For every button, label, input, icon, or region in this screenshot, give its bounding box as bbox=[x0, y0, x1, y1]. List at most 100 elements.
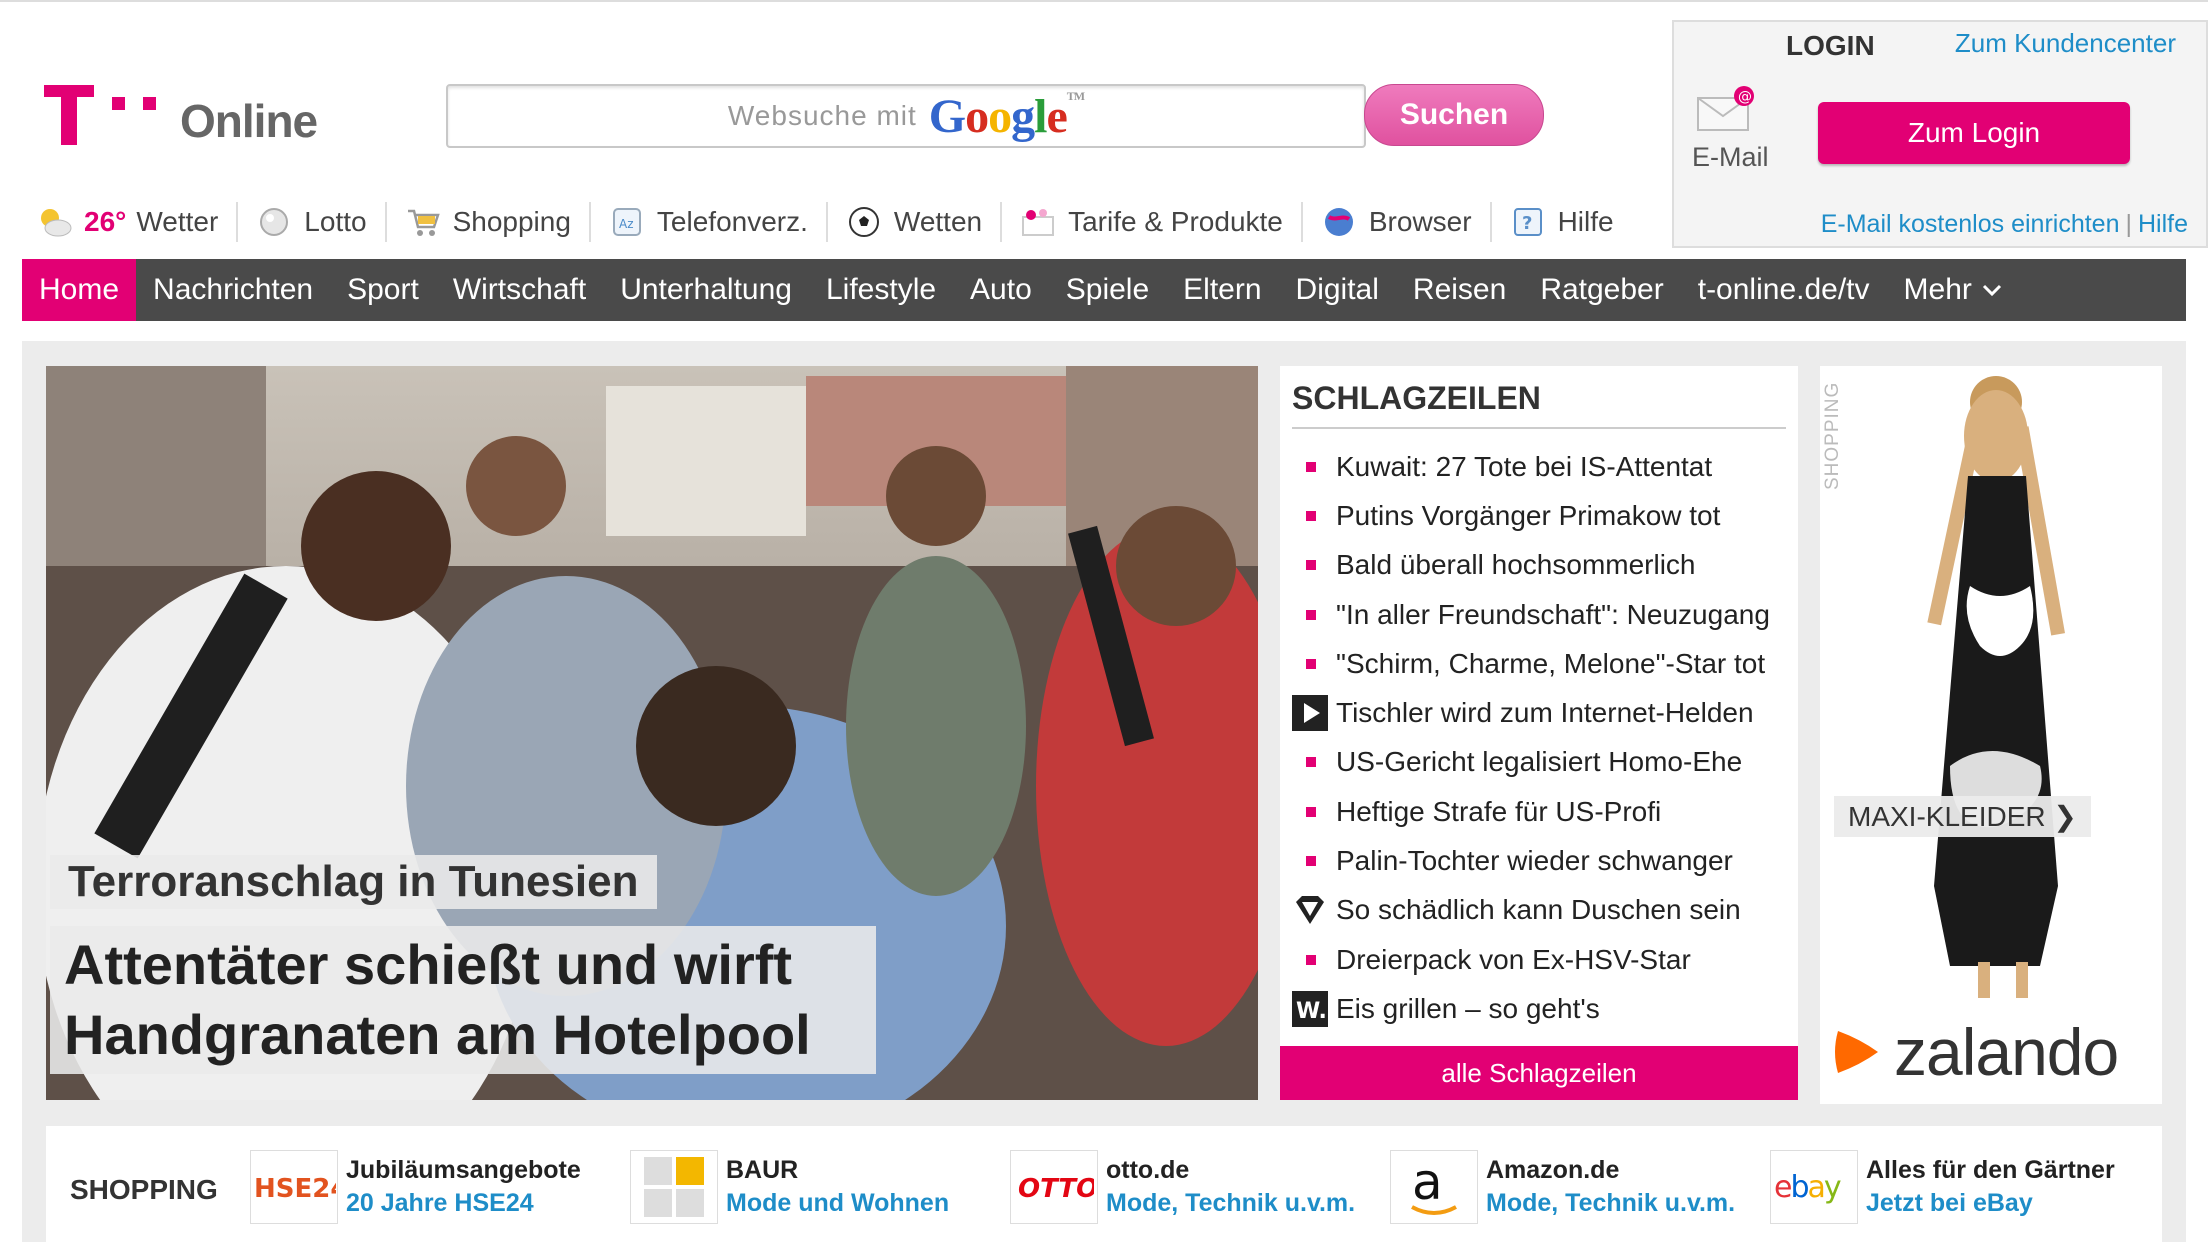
headlines-title: SCHLAGZEILEN bbox=[1292, 380, 1786, 429]
nav-lifestyle[interactable]: Lifestyle bbox=[809, 259, 953, 321]
quicklink-label: Shopping bbox=[452, 206, 571, 237]
nav-more[interactable]: Mehr bbox=[1887, 259, 2019, 321]
login-links: E-Mail kostenlos einrichten | Hilfe bbox=[1820, 210, 2188, 238]
logo-dots bbox=[112, 96, 156, 110]
temperature: 26° bbox=[84, 206, 127, 237]
quicklink-label: Hilfe bbox=[1557, 206, 1614, 237]
shopping-item-otto[interactable]: OTTO otto.de Mode, Technik u.v.m. bbox=[1010, 1150, 1355, 1224]
w-brand-icon: W. bbox=[1292, 990, 1328, 1027]
headline-item[interactable]: Putins Vorgänger Primakow tot bbox=[1292, 491, 1792, 540]
headline-item[interactable]: Heftige Strafe für US-Profi bbox=[1292, 787, 1792, 836]
help-link[interactable]: Hilfe bbox=[2138, 210, 2188, 238]
customer-center-link[interactable]: Zum Kundencenter bbox=[1955, 28, 2176, 59]
nav-auto[interactable]: Auto bbox=[953, 259, 1049, 321]
shopping-item-hse24[interactable]: HSE24 Jubiläumsangebote 20 Jahre HSE24 bbox=[250, 1150, 581, 1224]
svg-text:ebay: ebay bbox=[1774, 1170, 1841, 1205]
bullet-icon bbox=[1306, 757, 1316, 768]
login-box: LOGIN Zum Kundencenter @ E-Mail Zum Logi… bbox=[1672, 20, 2208, 248]
nav-tv[interactable]: t-online.de/tv bbox=[1681, 259, 1887, 321]
ad-tag[interactable]: MAXI-KLEIDER ❯ bbox=[1834, 796, 2091, 837]
search-button[interactable]: Suchen bbox=[1364, 84, 1544, 146]
quicklink-weather[interactable]: 26° Wetter bbox=[36, 202, 239, 242]
login-title: LOGIN bbox=[1786, 30, 1875, 61]
headline-item[interactable]: Dreierpack von Ex-HSV-Star bbox=[1292, 935, 1792, 984]
quicklink-label: Wetten bbox=[893, 206, 983, 237]
quicklink-label: Telefonverz. bbox=[656, 206, 808, 237]
shopping-item-amazon[interactable]: a Amazon.de Mode, Technik u.v.m. bbox=[1390, 1150, 1735, 1224]
headline-text: Dreierpack von Ex-HSV-Star bbox=[1336, 943, 1691, 975]
zalando-ad[interactable]: SHOPPING MAXI-KLEIDER ❯ zalando bbox=[1820, 366, 2162, 1104]
nav-nachrichten[interactable]: Nachrichten bbox=[136, 259, 330, 321]
svg-text:W.: W. bbox=[1296, 999, 1327, 1024]
ad-vertical-label: SHOPPING bbox=[1822, 381, 1843, 490]
headline-item[interactable]: W. Eis grillen – so geht's bbox=[1292, 984, 1792, 1033]
email-label[interactable]: E-Mail bbox=[1692, 142, 1769, 173]
svg-text:OTTO: OTTO bbox=[1018, 1174, 1094, 1204]
headline-item[interactable]: US-Gericht legalisiert Homo-Ehe bbox=[1292, 738, 1792, 787]
headline-item[interactable]: Bald überall hochsommerlich bbox=[1292, 541, 1792, 590]
login-button[interactable]: Zum Login bbox=[1818, 102, 2130, 164]
shopping-item-ebay[interactable]: ebay Alles für den Gärtner Jetzt bei eBay bbox=[1770, 1150, 2115, 1224]
bullet-icon bbox=[1306, 609, 1316, 620]
hero-kicker: Terroranschlag in Tunesien bbox=[50, 855, 657, 909]
nav-reisen[interactable]: Reisen bbox=[1396, 259, 1523, 321]
quicklink-label: Wetter bbox=[136, 206, 219, 237]
shopping-cart-icon bbox=[405, 204, 441, 240]
tariff-icon bbox=[1020, 204, 1056, 240]
zalando-logo: zalando bbox=[1832, 1014, 2119, 1090]
nav-digital[interactable]: Digital bbox=[1279, 259, 1396, 321]
nav-home[interactable]: Home bbox=[22, 259, 137, 321]
headline-text: So schädlich kann Duschen sein bbox=[1336, 894, 1741, 926]
headline-item[interactable]: Kuwait: 27 Tote bei IS-Attentat bbox=[1292, 442, 1792, 491]
shopping-item-link[interactable]: Mode, Technik u.v.m. bbox=[1486, 1189, 1735, 1218]
nav-wirtschaft[interactable]: Wirtschaft bbox=[436, 259, 603, 321]
hero-headline-line2: Handgranaten am Hotelpool bbox=[64, 1003, 811, 1066]
zalando-icon bbox=[1835, 1031, 1878, 1073]
quicklink-shopping[interactable]: Shopping bbox=[387, 202, 591, 242]
help-icon: ? bbox=[1510, 204, 1546, 240]
shopping-item-link[interactable]: Mode, Technik u.v.m. bbox=[1106, 1189, 1355, 1218]
email-icon[interactable]: @ bbox=[1694, 84, 1758, 134]
nav-spiele[interactable]: Spiele bbox=[1049, 259, 1166, 321]
t-online-logo[interactable]: Online bbox=[40, 72, 318, 152]
shopping-label: SHOPPING bbox=[70, 1174, 218, 1205]
headline-item[interactable]: Palin-Tochter wieder schwanger bbox=[1292, 836, 1792, 885]
quicklink-tariffs[interactable]: Tarife & Produkte bbox=[1002, 202, 1303, 242]
diamond-icon bbox=[1292, 892, 1328, 928]
nav-ratgeber[interactable]: Ratgeber bbox=[1523, 259, 1680, 321]
headline-text: "Schirm, Charme, Melone"-Star tot bbox=[1336, 647, 1766, 679]
zalando-wordmark: zalando bbox=[1894, 1015, 2119, 1089]
quicklink-lotto[interactable]: Lotto bbox=[238, 202, 387, 242]
bullet-icon bbox=[1306, 856, 1316, 867]
headline-item[interactable]: "Schirm, Charme, Melone"-Star tot bbox=[1292, 639, 1792, 688]
hero-teaser[interactable]: Terroranschlag in Tunesien Attentäter sc… bbox=[46, 366, 1258, 1100]
nav-sport[interactable]: Sport bbox=[330, 259, 436, 321]
weather-icon bbox=[36, 204, 72, 240]
hero-headline-line1: Attentäter schießt und wirft bbox=[64, 933, 793, 996]
shopping-item-link[interactable]: Mode und Wohnen bbox=[726, 1189, 949, 1218]
soccer-ball-icon bbox=[846, 204, 882, 240]
free-mail-link[interactable]: E-Mail kostenlos einrichten bbox=[1821, 210, 2120, 238]
amazon-logo: a bbox=[1390, 1150, 1478, 1224]
search-placeholder: Websuche mit bbox=[727, 100, 917, 131]
headline-item[interactable]: So schädlich kann Duschen sein bbox=[1292, 886, 1792, 935]
headline-text: Bald überall hochsommerlich bbox=[1336, 549, 1696, 581]
quicklink-browser[interactable]: Browser bbox=[1303, 202, 1492, 242]
all-headlines-button[interactable]: alle Schlagzeilen bbox=[1280, 1046, 1798, 1100]
headline-item[interactable]: Tischler wird zum Internet-Helden bbox=[1292, 688, 1792, 737]
shopping-item-link[interactable]: Jetzt bei eBay bbox=[1866, 1189, 2115, 1218]
bullet-icon bbox=[1306, 658, 1316, 669]
quicklinks-bar: 26° Wetter Lotto Shopping Az Telefonverz… bbox=[36, 198, 1632, 246]
quicklink-help[interactable]: ? Hilfe bbox=[1492, 202, 1632, 242]
shopping-item-baur[interactable]: BAUR Mode und Wohnen bbox=[630, 1150, 949, 1224]
headline-item[interactable]: "In aller Freundschaft": Neuzugang bbox=[1292, 590, 1792, 639]
search-input[interactable]: Websuche mit GoogleTM bbox=[446, 84, 1366, 148]
shopping-item-link[interactable]: 20 Jahre HSE24 bbox=[346, 1189, 581, 1218]
quicklink-phonebook[interactable]: Az Telefonverz. bbox=[591, 202, 828, 242]
nav-unterhaltung[interactable]: Unterhaltung bbox=[603, 259, 809, 321]
bullet-icon bbox=[1306, 461, 1316, 472]
shopping-bar: SHOPPING HSE24 Jubiläumsangebote 20 Jahre… bbox=[46, 1126, 2162, 1242]
nav-eltern[interactable]: Eltern bbox=[1166, 259, 1278, 321]
quicklink-betting[interactable]: Wetten bbox=[828, 202, 1003, 242]
headline-text: "In aller Freundschaft": Neuzugang bbox=[1336, 598, 1770, 630]
